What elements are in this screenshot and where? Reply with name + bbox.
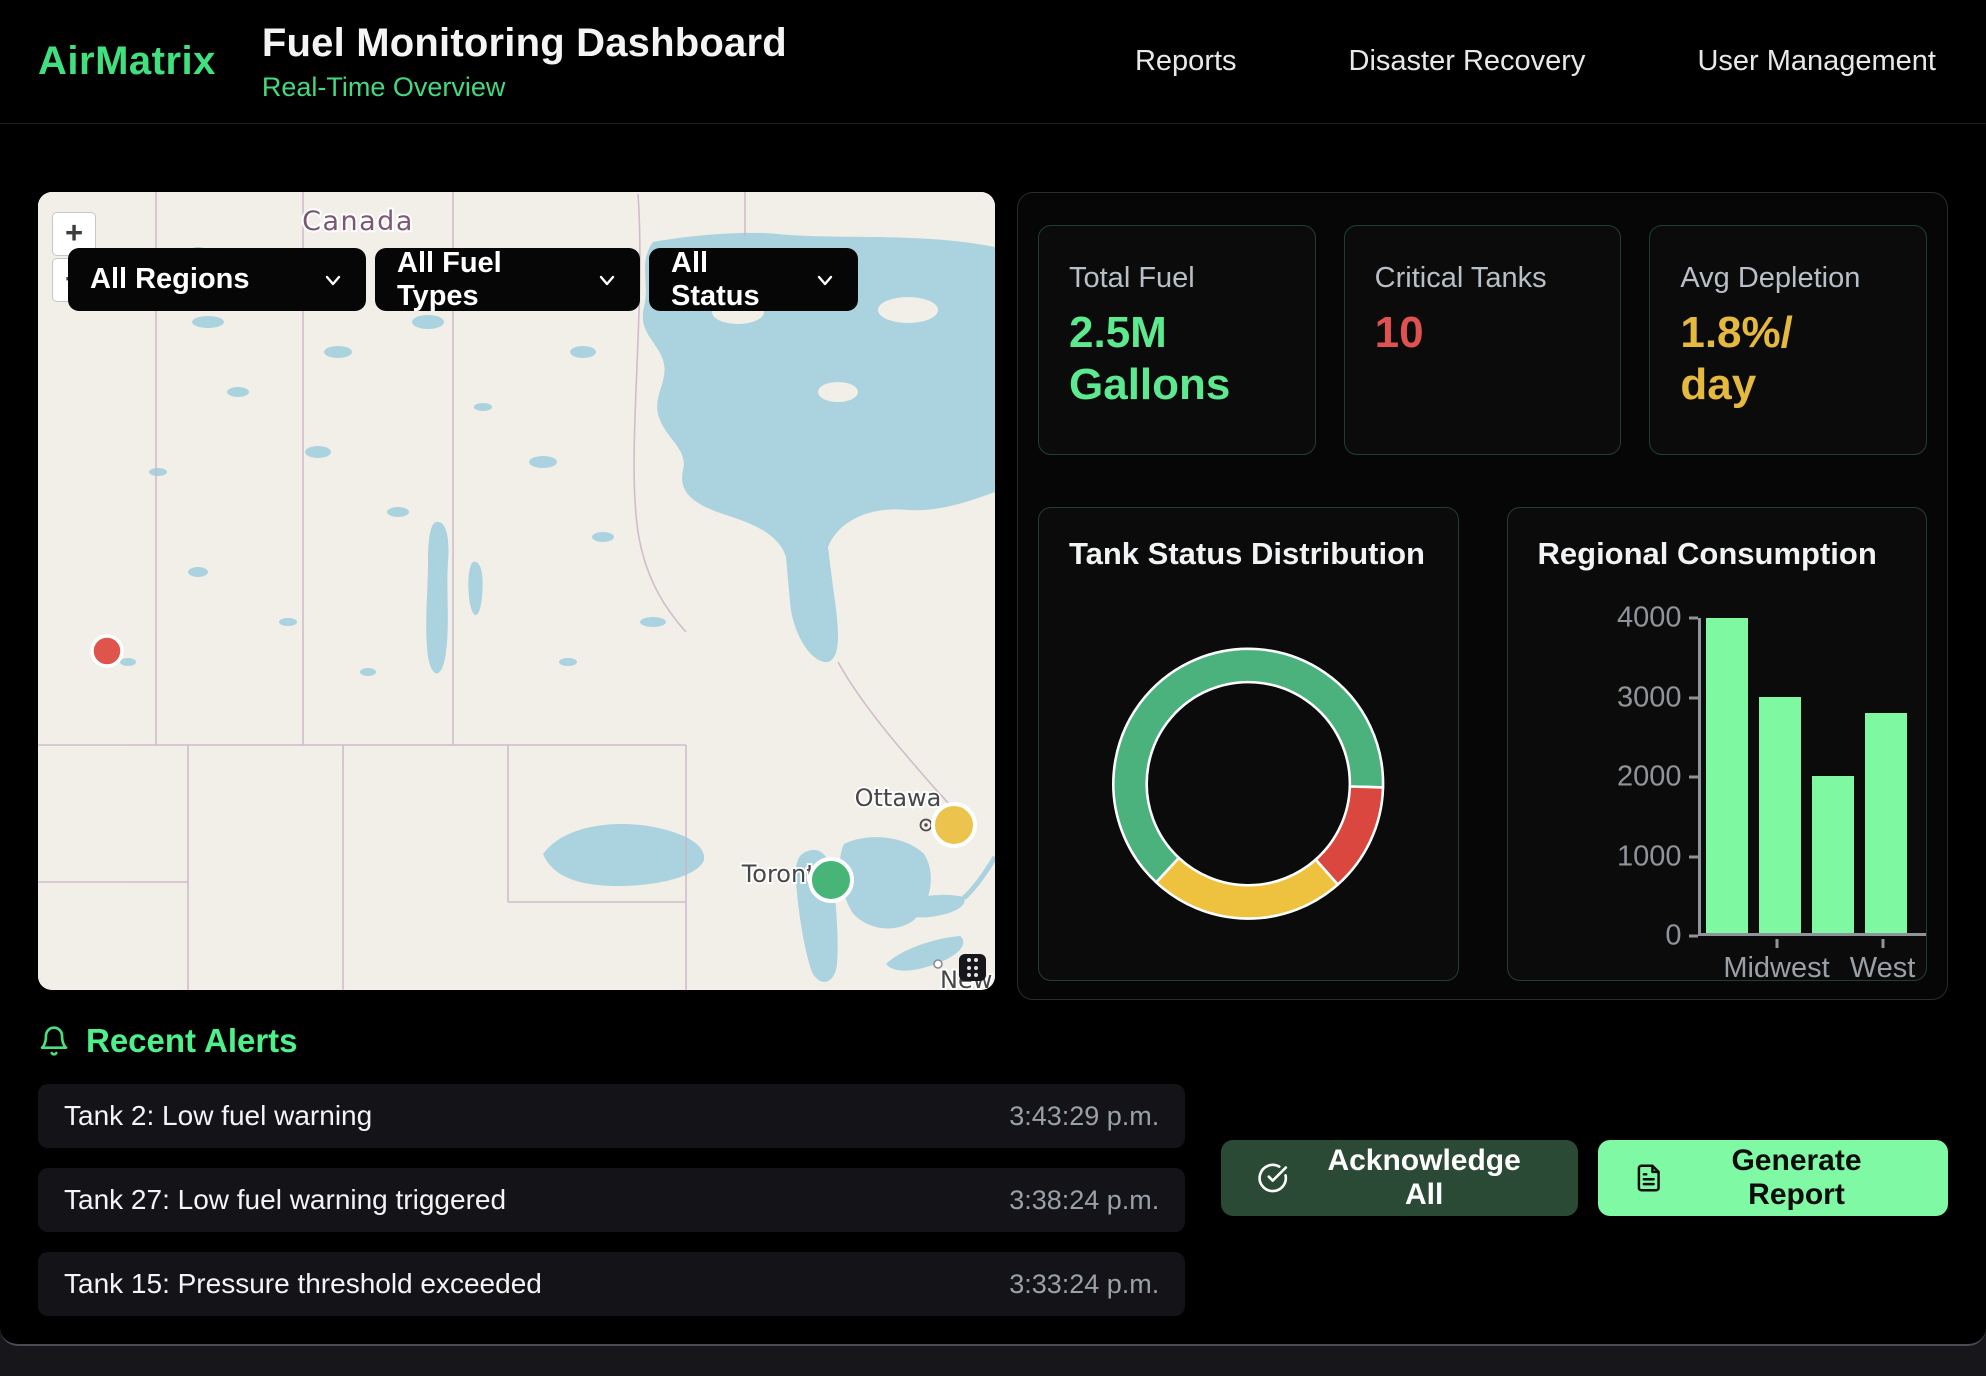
chart-title: Tank Status Distribution bbox=[1069, 536, 1428, 572]
alert-message: Tank 27: Low fuel warning triggered bbox=[64, 1184, 506, 1216]
generate-report-label: Generate Report bbox=[1681, 1144, 1912, 1212]
map-label-canada: Canada bbox=[302, 206, 414, 237]
bell-icon bbox=[38, 1025, 70, 1057]
bar-chart-plot-area bbox=[1698, 618, 1926, 936]
fuel-type-filter-value: All Fuel Types bbox=[397, 247, 578, 313]
file-text-icon bbox=[1634, 1163, 1663, 1193]
y-axis-tick: 3000 bbox=[1617, 681, 1698, 714]
y-tick-mark bbox=[1689, 617, 1698, 620]
alert-row[interactable]: Tank 2: Low fuel warning 3:43:29 p.m. bbox=[38, 1084, 1185, 1148]
stat-card-critical-tanks: Critical Tanks 10 bbox=[1344, 225, 1622, 455]
y-tick-mark bbox=[1689, 855, 1698, 858]
bar-chart-y-axis: 40003000200010000 bbox=[1538, 618, 1698, 936]
critical-tank-marker[interactable] bbox=[92, 636, 122, 666]
bar bbox=[1865, 713, 1907, 934]
map-drag-handle[interactable] bbox=[959, 954, 986, 981]
map-filter-bar: All Regions All Fuel Types All Status bbox=[68, 248, 858, 311]
alert-row[interactable]: Tank 15: Pressure threshold exceeded 3:3… bbox=[38, 1252, 1185, 1316]
bar-chart-x-axis: Midwest West bbox=[1698, 936, 1926, 981]
y-axis-tick: 0 bbox=[1665, 920, 1697, 953]
bar bbox=[1759, 697, 1801, 933]
y-axis-tick: 2000 bbox=[1617, 761, 1698, 794]
bar bbox=[1812, 776, 1854, 934]
metrics-panel: Total Fuel 2.5M Gallons Critical Tanks 1… bbox=[1017, 192, 1948, 1000]
alerts-header: Recent Alerts bbox=[38, 1022, 1948, 1060]
regional-consumption-bar-chart: 40003000200010000 MidwestWest bbox=[1538, 618, 1897, 981]
stat-card-total-fuel: Total Fuel 2.5M Gallons bbox=[1038, 225, 1316, 455]
donut-slice-2 bbox=[1156, 858, 1338, 919]
alert-message: Tank 15: Pressure threshold exceeded bbox=[64, 1268, 542, 1300]
y-tick-label: 3000 bbox=[1617, 681, 1682, 714]
stat-value-total-fuel: 2.5M Gallons bbox=[1069, 307, 1244, 411]
tank-status-chart-card: Tank Status Distribution bbox=[1038, 507, 1459, 981]
y-tick-label: 4000 bbox=[1617, 602, 1682, 635]
stat-label: Avg Depletion bbox=[1680, 262, 1896, 295]
fuel-type-filter-dropdown[interactable]: All Fuel Types bbox=[375, 248, 640, 311]
x-tick-label: West bbox=[1850, 952, 1916, 981]
chart-title: Regional Consumption bbox=[1538, 536, 1897, 572]
nav-reports[interactable]: Reports bbox=[1135, 45, 1237, 78]
y-axis-tick: 4000 bbox=[1617, 602, 1698, 635]
regional-consumption-chart-card: Regional Consumption 4000 3000 2000 1000 0 M… bbox=[1507, 507, 1928, 981]
alert-message: Tank 2: Low fuel warning bbox=[64, 1100, 372, 1132]
y-tick-mark bbox=[1689, 776, 1698, 779]
tank-status-donut-chart bbox=[1069, 576, 1428, 964]
bar bbox=[1706, 618, 1748, 933]
alerts-list: Tank 2: Low fuel warning 3:43:29 p.m. Ta… bbox=[38, 1084, 1185, 1316]
stat-label: Total Fuel bbox=[1069, 262, 1285, 295]
stat-label: Critical Tanks bbox=[1375, 262, 1591, 295]
alert-actions: Acknowledge All Generate Report bbox=[1221, 1140, 1948, 1316]
acknowledge-all-label: Acknowledge All bbox=[1307, 1144, 1542, 1212]
y-tick-mark bbox=[1689, 696, 1698, 699]
acknowledge-all-button[interactable]: Acknowledge All bbox=[1221, 1140, 1577, 1216]
alerts-title: Recent Alerts bbox=[86, 1022, 298, 1060]
stat-value-avg-depletion: 1.8%/ day bbox=[1680, 307, 1855, 411]
alert-timestamp: 3:38:24 p.m. bbox=[1009, 1185, 1159, 1216]
normal-tank-marker[interactable] bbox=[810, 859, 852, 901]
charts-row: Tank Status Distribution Regional Consum… bbox=[1038, 507, 1927, 981]
main-content: Canada Ottawa Toronto New York + − bbox=[0, 192, 1986, 1000]
map-panel[interactable]: Canada Ottawa Toronto New York + − bbox=[38, 192, 995, 990]
warning-tank-marker[interactable] bbox=[933, 804, 975, 846]
page-subtitle: Real-Time Overview bbox=[262, 72, 787, 103]
main-nav: Reports Disaster Recovery User Managemen… bbox=[1135, 45, 1936, 78]
status-filter-dropdown[interactable]: All Status bbox=[649, 248, 858, 311]
chevron-down-icon bbox=[596, 269, 618, 291]
brand-logo[interactable]: AirMatrix bbox=[38, 39, 216, 84]
alerts-body: Tank 2: Low fuel warning 3:43:29 p.m. Ta… bbox=[38, 1084, 1948, 1316]
y-tick-label: 2000 bbox=[1617, 761, 1682, 794]
nav-user-management[interactable]: User Management bbox=[1697, 45, 1936, 78]
title-block: Fuel Monitoring Dashboard Real-Time Over… bbox=[262, 21, 787, 103]
x-tick-label: Midwest bbox=[1723, 952, 1829, 981]
y-axis-tick: 1000 bbox=[1617, 840, 1698, 873]
region-filter-value: All Regions bbox=[90, 263, 250, 296]
stat-value-critical-tanks: 10 bbox=[1375, 307, 1550, 359]
x-tick-mark bbox=[1775, 939, 1778, 948]
page-title: Fuel Monitoring Dashboard bbox=[262, 21, 787, 66]
chevron-down-icon bbox=[322, 269, 344, 291]
stats-row: Total Fuel 2.5M Gallons Critical Tanks 1… bbox=[1038, 225, 1927, 455]
y-tick-mark bbox=[1689, 935, 1698, 938]
generate-report-button[interactable]: Generate Report bbox=[1598, 1140, 1948, 1216]
chevron-down-icon bbox=[814, 269, 836, 291]
stat-card-avg-depletion: Avg Depletion 1.8%/ day bbox=[1649, 225, 1927, 455]
alert-row[interactable]: Tank 27: Low fuel warning triggered 3:38… bbox=[38, 1168, 1185, 1232]
y-tick-label: 1000 bbox=[1617, 840, 1682, 873]
map-label-ottawa: Ottawa bbox=[855, 784, 942, 812]
y-tick-label: 0 bbox=[1665, 920, 1681, 953]
alert-timestamp: 3:33:24 p.m. bbox=[1009, 1269, 1159, 1300]
x-tick-mark bbox=[1881, 939, 1884, 948]
check-circle-icon bbox=[1257, 1162, 1288, 1194]
nav-disaster-recovery[interactable]: Disaster Recovery bbox=[1349, 45, 1586, 78]
region-filter-dropdown[interactable]: All Regions bbox=[68, 248, 366, 311]
status-filter-value: All Status bbox=[671, 247, 796, 313]
alerts-section: Recent Alerts Tank 2: Low fuel warning 3… bbox=[0, 1000, 1986, 1316]
alert-timestamp: 3:43:29 p.m. bbox=[1009, 1101, 1159, 1132]
dashboard-root: AirMatrix Fuel Monitoring Dashboard Real… bbox=[0, 0, 1986, 1346]
app-header: AirMatrix Fuel Monitoring Dashboard Real… bbox=[0, 0, 1986, 124]
